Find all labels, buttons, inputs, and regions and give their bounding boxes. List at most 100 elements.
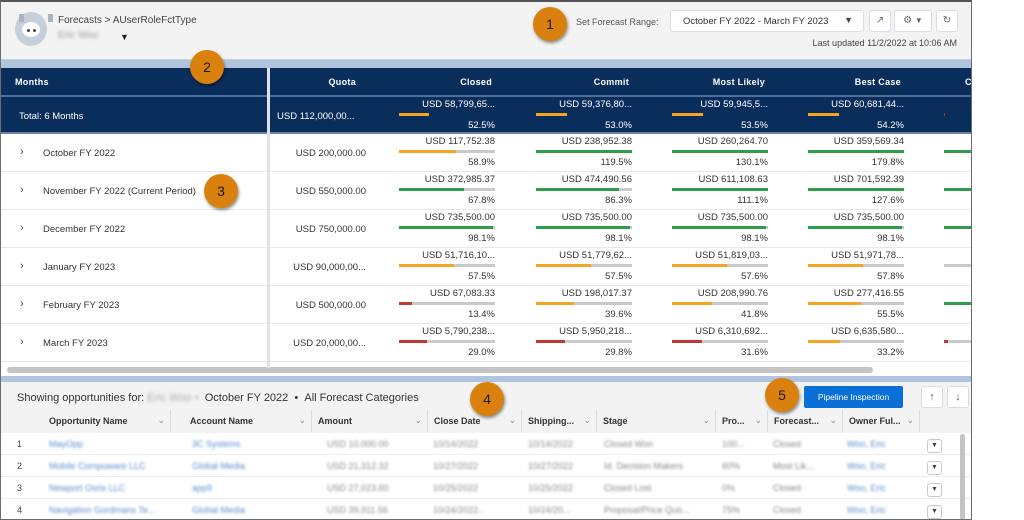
- forecast-cell[interactable]: USD 611,108.63 111.1%: [672, 174, 768, 206]
- forecast-cell[interactable]: USD 67,083.33 13.4%: [399, 288, 495, 320]
- column-header-commit[interactable]: Commit: [529, 77, 629, 87]
- forecast-cell[interactable]: USD 5,950,218... 29.8%: [536, 326, 632, 358]
- column-header-closed[interactable]: Closed: [392, 77, 492, 87]
- opp-owner[interactable]: Woo, Eric: [847, 439, 886, 449]
- chevron-down-icon[interactable]: ⌄: [414, 415, 422, 426]
- forecast-cell[interactable]: USD 701,592.39 127.6%: [808, 174, 904, 206]
- forecast-row[interactable]: › October FY 2022 USD 200,000.00 USD 117,75…: [1, 134, 971, 172]
- row-action-menu[interactable]: ▼: [927, 505, 942, 519]
- opp-column-header[interactable]: Account Name ⌄: [184, 410, 312, 432]
- sort-down-button[interactable]: ↓: [947, 386, 969, 408]
- row-action-menu[interactable]: ▼: [927, 461, 942, 475]
- breadcrumb[interactable]: Forecasts > AUserRoleFctType: [58, 15, 197, 26]
- forecast-cell[interactable]: USD 735,500.00 98.1%: [536, 212, 632, 244]
- opp-name[interactable]: Mobile Compuware LLC: [49, 461, 146, 471]
- opp-column-header[interactable]: Shipping... ⌄: [522, 410, 597, 432]
- forecast-cell[interactable]: USD 51,716,10... 57.5%: [399, 250, 495, 282]
- opp-name[interactable]: MayOpp: [49, 439, 83, 449]
- forecast-cell[interactable]: U: [944, 250, 971, 271]
- opportunity-row[interactable]: 3 Newport Osris LLC app9 USD 27,023.60 10/25…: [1, 477, 971, 499]
- chevron-down-icon[interactable]: ⌄: [702, 415, 710, 426]
- forecast-cell[interactable]: U: [944, 174, 971, 195]
- opp-account[interactable]: Global Media: [192, 505, 245, 515]
- opp-account[interactable]: Global Media: [192, 461, 245, 471]
- column-header-most-likely[interactable]: Most Likely: [665, 77, 765, 87]
- opp-owner[interactable]: Woo, Eric: [847, 505, 886, 515]
- vertical-scrollbar[interactable]: [960, 434, 965, 519]
- forecast-cell[interactable]: USD 474,490.56 86.3%: [536, 174, 632, 206]
- forecast-cell[interactable]: USD 359,569.34 179.8%: [808, 136, 904, 168]
- expand-chevron-icon[interactable]: ›: [20, 184, 24, 196]
- expand-chevron-icon[interactable]: ›: [20, 222, 24, 234]
- settings-menu-button[interactable]: ⚙ ▼: [894, 10, 932, 32]
- forecast-cell[interactable]: USD 238,952.38 119.5%: [536, 136, 632, 168]
- opp-name[interactable]: Newport Osris LLC: [49, 483, 125, 493]
- forecast-cell[interactable]: USD 277,416.55 55.5%: [808, 288, 904, 320]
- forecast-cell[interactable]: U: [944, 288, 971, 309]
- opp-account[interactable]: 3C Systems: [192, 439, 241, 449]
- owner-name[interactable]: Eric Woo: [58, 30, 98, 41]
- forecast-cell[interactable]: USD 735,500.00 98.1%: [399, 212, 495, 244]
- forecast-row[interactable]: › February FY 2023 USD 500,000.00 USD 67,08…: [1, 286, 971, 324]
- expand-chevron-icon[interactable]: ›: [20, 336, 24, 348]
- expand-chevron-icon[interactable]: ›: [20, 260, 24, 272]
- opportunity-row[interactable]: 2 Mobile Compuware LLC Global Media USD 21,…: [1, 455, 971, 477]
- forecast-cell[interactable]: U: [944, 326, 971, 347]
- forecast-row[interactable]: › November FY 2022 (Current Period) USD 55…: [1, 172, 971, 210]
- share-button[interactable]: ↗: [869, 10, 891, 32]
- forecast-range-select[interactable]: October FY 2022 - March FY 2023 ▼: [670, 10, 864, 32]
- forecast-cell[interactable]: U: [944, 99, 971, 120]
- forecast-cell[interactable]: USD 198,017.37 39.6%: [536, 288, 632, 320]
- pipeline-inspection-button[interactable]: Pipeline Inspection: [804, 386, 903, 408]
- column-header-best-case[interactable]: Best Case: [801, 77, 901, 87]
- opp-owner[interactable]: Woo, Eric: [847, 483, 886, 493]
- sort-up-button[interactable]: ↑: [921, 386, 943, 408]
- forecast-cell[interactable]: USD 58,799,65... 52.5%: [399, 99, 495, 131]
- chevron-down-icon[interactable]: ⌄: [906, 415, 914, 426]
- forecast-cell[interactable]: USD 51,819,03... 57.6%: [672, 250, 768, 282]
- column-divider[interactable]: [267, 68, 270, 368]
- chevron-down-icon[interactable]: ⌄: [298, 415, 306, 426]
- forecast-cell[interactable]: USD 59,376,80... 53.0%: [536, 99, 632, 131]
- column-header-months[interactable]: Months: [15, 77, 49, 87]
- forecast-row[interactable]: › December FY 2022 USD 750,000.00 USD 735,5…: [1, 210, 971, 248]
- owner-dropdown-icon[interactable]: ▼: [120, 32, 129, 42]
- opp-column-header[interactable]: Close Date ⌄: [428, 410, 522, 432]
- forecast-cell[interactable]: USD 372,985.37 67.8%: [399, 174, 495, 206]
- opp-column-header[interactable]: Owner Ful... ⌄: [843, 410, 920, 432]
- opp-column-header[interactable]: Pro... ⌄: [716, 410, 768, 432]
- opp-owner[interactable]: Woo, Eric: [847, 461, 886, 471]
- chevron-down-icon[interactable]: ⌄: [829, 415, 837, 426]
- opp-account[interactable]: app9: [192, 483, 212, 493]
- refresh-button[interactable]: ↻: [936, 10, 958, 32]
- horizontal-scrollbar[interactable]: [7, 367, 873, 373]
- forecast-cell[interactable]: USD 59,945,5... 53.5%: [672, 99, 768, 131]
- chevron-down-icon[interactable]: ⌄: [508, 415, 516, 426]
- opportunity-row[interactable]: 4 Navigation Gordmans Te... Global Media US…: [1, 499, 971, 519]
- opp-column-header[interactable]: Stage ⌄: [597, 410, 716, 432]
- chevron-down-icon[interactable]: ⌄: [583, 415, 591, 426]
- row-action-menu[interactable]: ▼: [927, 439, 942, 453]
- forecast-cell[interactable]: USD 735,500.00 98.1%: [808, 212, 904, 244]
- forecast-cell[interactable]: USD 735,500.00 98.1%: [672, 212, 768, 244]
- column-header-quota[interactable]: Quota: [301, 77, 356, 87]
- forecast-cell[interactable]: USD 6,310,692... 31.6%: [672, 326, 768, 358]
- opp-column-header[interactable]: Opportunity Name ⌄: [31, 410, 171, 432]
- forecast-cell[interactable]: U: [944, 136, 971, 157]
- opportunity-row[interactable]: 1 MayOpp 3C Systems USD 10,000.00 10/14/2022…: [1, 433, 971, 455]
- row-action-menu[interactable]: ▼: [927, 483, 942, 497]
- forecast-row[interactable]: › January FY 2023 USD 90,000,00... USD 51,7…: [1, 248, 971, 286]
- column-header-partial[interactable]: C: [965, 77, 971, 87]
- expand-chevron-icon[interactable]: ›: [20, 298, 24, 310]
- chevron-down-icon[interactable]: ⌄: [157, 415, 165, 426]
- forecast-cell[interactable]: USD 117,752.38 58.9%: [399, 136, 495, 168]
- forecast-cell[interactable]: USD 60,681,44... 54.2%: [808, 99, 904, 131]
- opp-column-header[interactable]: Amount ⌄: [312, 410, 428, 432]
- opp-column-header[interactable]: Forecast... ⌄: [768, 410, 843, 432]
- forecast-row[interactable]: › March FY 2023 USD 20,000,00... USD 5,790,…: [1, 324, 971, 362]
- chevron-down-icon[interactable]: ⌄: [754, 415, 762, 426]
- forecast-cell[interactable]: U: [944, 212, 971, 233]
- expand-chevron-icon[interactable]: ›: [20, 146, 24, 158]
- forecast-cell[interactable]: USD 51,971,78... 57.8%: [808, 250, 904, 282]
- opp-name[interactable]: Navigation Gordmans Te...: [49, 505, 155, 515]
